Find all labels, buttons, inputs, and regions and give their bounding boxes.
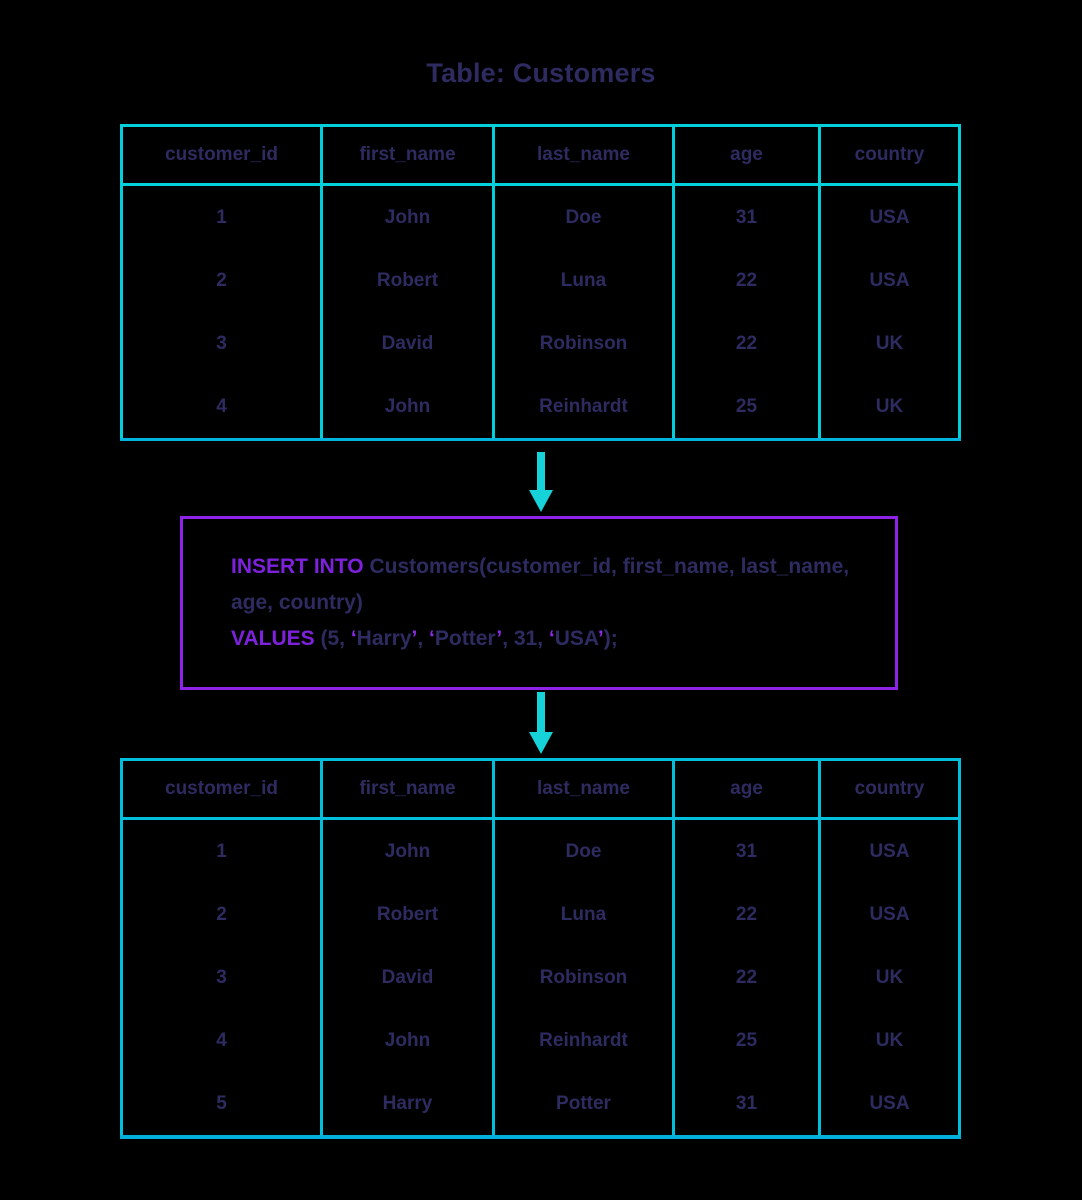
cell-last-name: Luna xyxy=(492,249,675,312)
cell-customer-id: 1 xyxy=(120,184,323,249)
cell-first-name: David xyxy=(320,312,495,375)
cell-last-name: Doe xyxy=(492,184,675,249)
cell-age: 22 xyxy=(672,249,821,312)
cell-customer-id: 3 xyxy=(120,946,323,1009)
table-row: 3 David Robinson 22 UK xyxy=(120,312,961,375)
sql-value-last-name: Potter xyxy=(434,627,497,650)
cell-last-name: Reinhardt xyxy=(492,375,675,441)
table-row: 3 David Robinson 22 UK xyxy=(120,946,961,1009)
sql-values-open: (5, xyxy=(314,627,351,650)
column-header-country: country xyxy=(818,124,961,186)
column-header-customer-id: customer_id xyxy=(120,124,323,186)
cell-country: UK xyxy=(818,1009,961,1072)
table-row: 1 John Doe 31 USA xyxy=(120,184,961,249)
cell-age: 22 xyxy=(672,312,821,375)
column-header-first-name: first_name xyxy=(320,758,495,820)
cell-country: UK xyxy=(818,375,961,441)
arrow-down-icon xyxy=(529,452,553,514)
column-header-last-name: last_name xyxy=(492,758,675,820)
table-row: 2 Robert Luna 22 USA xyxy=(120,883,961,946)
cell-last-name: Reinhardt xyxy=(492,1009,675,1072)
cell-last-name: Robinson xyxy=(492,312,675,375)
cell-age: 31 xyxy=(672,1072,821,1139)
cell-first-name: John xyxy=(320,375,495,441)
cell-country: UK xyxy=(818,946,961,1009)
column-header-customer-id: customer_id xyxy=(120,758,323,820)
arrow-head xyxy=(529,490,553,512)
page-title: Table: Customers xyxy=(426,58,656,88)
table-row: 5 Harry Potter 31 USA xyxy=(120,1072,961,1139)
arrow-shaft xyxy=(537,692,545,734)
cell-age: 25 xyxy=(672,375,821,441)
cell-last-name: Luna xyxy=(492,883,675,946)
cell-age: 22 xyxy=(672,946,821,1009)
column-header-age: age xyxy=(672,124,821,186)
sql-value-first-name: Harry xyxy=(356,627,412,650)
table-header-row: customer_id first_name last_name age cou… xyxy=(120,758,961,820)
cell-first-name: John xyxy=(320,184,495,249)
cell-customer-id: 5 xyxy=(120,1072,323,1139)
sql-separator-1: , xyxy=(417,627,430,650)
cell-last-name: Doe xyxy=(492,818,675,883)
sql-keyword-insert-into: INSERT INTO xyxy=(231,555,364,578)
column-header-first-name: first_name xyxy=(320,124,495,186)
cell-customer-id: 3 xyxy=(120,312,323,375)
cell-customer-id: 4 xyxy=(120,1009,323,1072)
cell-country: USA xyxy=(818,818,961,883)
sql-statement-box: INSERT INTO Customers(customer_id, first… xyxy=(180,516,898,690)
cell-first-name: John xyxy=(320,818,495,883)
table-row: 1 John Doe 31 USA xyxy=(120,818,961,883)
cell-age: 22 xyxy=(672,883,821,946)
cell-country: USA xyxy=(818,249,961,312)
cell-customer-id: 2 xyxy=(120,249,323,312)
cell-first-name: Robert xyxy=(320,883,495,946)
cell-last-name: Potter xyxy=(492,1072,675,1139)
sql-values-close: ); xyxy=(603,627,618,650)
sql-separator-2: , 31, xyxy=(502,627,549,650)
cell-customer-id: 1 xyxy=(120,818,323,883)
sql-value-country: USA xyxy=(554,627,598,650)
table-row: 4 John Reinhardt 25 UK xyxy=(120,375,961,441)
cell-last-name: Robinson xyxy=(492,946,675,1009)
arrow-down-icon xyxy=(529,692,553,756)
cell-customer-id: 4 xyxy=(120,375,323,441)
table-header-row: customer_id first_name last_name age cou… xyxy=(120,124,961,186)
cell-first-name: Robert xyxy=(320,249,495,312)
cell-first-name: Harry xyxy=(320,1072,495,1139)
arrow-head xyxy=(529,732,553,754)
table-row: 4 John Reinhardt 25 UK xyxy=(120,1009,961,1072)
cell-country: USA xyxy=(818,184,961,249)
column-header-last-name: last_name xyxy=(492,124,675,186)
arrow-shaft xyxy=(537,452,545,492)
sql-code-block: INSERT INTO Customers(customer_id, first… xyxy=(183,519,895,657)
column-header-age: age xyxy=(672,758,821,820)
sql-line-insert-into: INSERT INTO Customers(customer_id, first… xyxy=(231,549,895,621)
cell-country: USA xyxy=(818,883,961,946)
cell-customer-id: 2 xyxy=(120,883,323,946)
cell-country: USA xyxy=(818,1072,961,1139)
diagram-canvas: Table: Customers customer_id first_name … xyxy=(0,0,1082,1200)
cell-first-name: John xyxy=(320,1009,495,1072)
cell-age: 31 xyxy=(672,818,821,883)
cell-age: 25 xyxy=(672,1009,821,1072)
cell-first-name: David xyxy=(320,946,495,1009)
cell-country: UK xyxy=(818,312,961,375)
cell-age: 31 xyxy=(672,184,821,249)
customers-table-before: customer_id first_name last_name age cou… xyxy=(120,124,961,441)
customers-table-after: customer_id first_name last_name age cou… xyxy=(120,758,961,1139)
table-row: 2 Robert Luna 22 USA xyxy=(120,249,961,312)
column-header-country: country xyxy=(818,758,961,820)
sql-keyword-values: VALUES xyxy=(231,627,315,650)
sql-line-values: VALUES (5, ‘Harry’, ‘Potter’, 31, ‘USA’)… xyxy=(231,621,895,657)
